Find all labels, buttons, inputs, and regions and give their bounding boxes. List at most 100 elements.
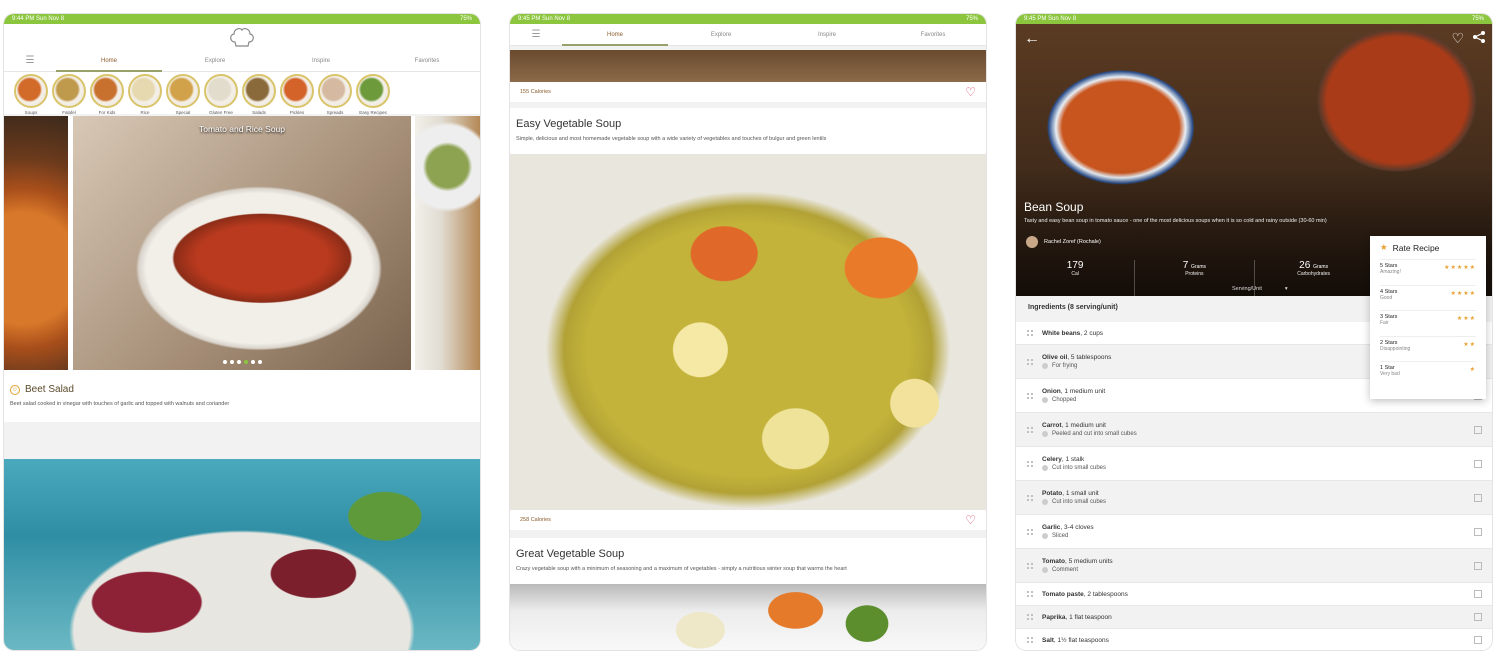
smiley-icon: ☺ [10, 384, 20, 395]
rate-option[interactable]: 3 Stars Fair ★★★ [1380, 310, 1476, 336]
ingredient-qty: , 5 tablespoons [1067, 354, 1112, 361]
featured-desc: Beet salad cooked in vinegar with touche… [10, 401, 230, 407]
favorite-heart-icon[interactable]: ♡ [965, 513, 976, 527]
hamburger-menu-icon[interactable]: ☰ [4, 55, 56, 66]
nutrition-label: Proteins [1185, 271, 1204, 277]
featured-recipe-card[interactable]: ☺ Beet Salad Beet salad cooked in vinega… [4, 372, 480, 422]
ingredient-checkbox[interactable] [1474, 561, 1482, 570]
pager-dot[interactable] [250, 360, 255, 364]
recipe-card-header[interactable]: Easy Vegetable Soup Simple, delicious an… [510, 108, 986, 154]
pager-dot[interactable] [222, 360, 227, 364]
carousel-prev-image[interactable] [4, 116, 68, 370]
drag-handle-icon[interactable] [1026, 493, 1034, 502]
ingredient-qty: , 1 flat teaspoon [1065, 613, 1112, 621]
ingredient-checkbox[interactable] [1474, 636, 1482, 644]
category-label: Pickles [289, 110, 305, 115]
pager-dot[interactable] [257, 360, 262, 364]
status-battery: 75% [1471, 16, 1484, 22]
nutrition-value: 7 [1182, 260, 1189, 271]
category-falafel[interactable]: Falafel [50, 74, 88, 115]
drag-handle-icon[interactable] [1026, 527, 1034, 536]
pager-dot[interactable] [243, 360, 248, 364]
category-easy-recipes[interactable]: Easy Recipes [354, 74, 392, 115]
ingredient-row[interactable]: Potato, 1 small unit Cut into small cubes [1016, 481, 1492, 515]
category-soups[interactable]: Soups [12, 74, 50, 115]
ingredient-row[interactable]: Garlic, 3-4 cloves Sliced [1016, 515, 1492, 549]
ingredient-checkbox[interactable] [1474, 493, 1482, 502]
category-rice[interactable]: Rice [126, 74, 164, 115]
tab-home[interactable]: Home [562, 24, 668, 46]
drag-handle-icon[interactable] [1026, 613, 1034, 621]
tab-favorites[interactable]: Favorites [374, 50, 480, 72]
ingredient-row[interactable]: Carrot, 1 medium unit Peeled and cut into… [1016, 413, 1492, 447]
drag-handle-icon[interactable] [1026, 561, 1034, 570]
ingredient-checkbox[interactable] [1474, 527, 1482, 536]
ingredient-note: Comment [1052, 567, 1079, 573]
recipe-card-header[interactable]: Great Vegetable Soup Crazy vegetable sou… [510, 538, 986, 584]
great-vegetable-soup-image[interactable] [510, 584, 986, 650]
ingredient-row[interactable]: Tomato, 5 medium units Comment [1016, 549, 1492, 583]
tab-explore[interactable]: Explore [162, 50, 268, 72]
category-gluten-free[interactable]: Gluten Free [202, 74, 240, 115]
drag-handle-icon[interactable] [1026, 459, 1034, 468]
drag-handle-icon[interactable] [1026, 357, 1034, 366]
drag-handle-icon[interactable] [1026, 590, 1034, 598]
pager-dot[interactable] [236, 360, 241, 364]
carousel-next-image[interactable] [415, 116, 480, 370]
tab-favorites[interactable]: Favorites [880, 24, 986, 46]
rate-title: Rate Recipe [1392, 242, 1440, 253]
back-arrow-icon[interactable]: ← [1024, 30, 1040, 48]
drag-handle-icon[interactable] [1026, 636, 1034, 644]
rate-recipe-popup: ★ Rate Recipe 5 Stars Amazing! ★★★★★ 4 Stars… [1370, 236, 1486, 399]
ingredient-row[interactable]: Paprika, 1 flat teaspoon [1016, 606, 1492, 629]
rate-option[interactable]: 2 Stars Disappointing ★★ [1380, 335, 1476, 362]
favorite-heart-icon[interactable]: ♡ [1451, 30, 1464, 47]
serving-unit-selector[interactable]: Serving/Unit ▾ [1232, 286, 1288, 292]
author-row[interactable]: Rachel Zoref (Rochale) [1026, 236, 1101, 248]
beet-salad-image[interactable] [4, 459, 480, 650]
calorie-bar: 155 Calories ♡ [510, 82, 986, 102]
rating-stars-icon: ★★★★★ [1444, 265, 1476, 271]
ingredient-note: For frying [1052, 363, 1078, 369]
tab-explore[interactable]: Explore [668, 24, 774, 46]
pager-dot[interactable] [229, 360, 234, 364]
category-special[interactable]: Special [164, 74, 202, 115]
category-image [90, 74, 124, 108]
category-salads[interactable]: Salads [240, 74, 278, 115]
serving-label: Serving/Unit [1232, 286, 1262, 292]
chevron-down-icon: ▾ [1284, 286, 1288, 292]
drag-handle-icon[interactable] [1026, 425, 1034, 434]
category-pickles[interactable]: Pickles [278, 74, 316, 115]
ingredient-row[interactable]: Tomato paste, 2 tablespoons [1016, 583, 1492, 606]
ingredient-checkbox[interactable] [1474, 425, 1482, 434]
featured-carousel[interactable]: Tomato and Rice Soup [4, 116, 480, 372]
tab-home[interactable]: Home [56, 50, 162, 72]
category-spreads[interactable]: Spreads [316, 74, 354, 115]
ingredient-name: Garlic [1042, 524, 1061, 531]
share-icon[interactable] [1472, 30, 1486, 49]
previous-recipe-image[interactable] [510, 50, 986, 82]
ingredient-checkbox[interactable] [1474, 590, 1482, 598]
tab-inspire[interactable]: Inspire [268, 50, 374, 72]
calories-label: 155 Calories [520, 89, 551, 95]
rate-option[interactable]: 1 Star Very bad ★ [1380, 361, 1476, 387]
ingredient-row[interactable]: Salt, 1½ flat teaspoons [1016, 629, 1492, 650]
ingredient-checkbox[interactable] [1474, 459, 1482, 468]
carousel-pager[interactable] [73, 360, 411, 364]
favorite-heart-icon[interactable]: ♡ [965, 85, 976, 99]
ingredient-checkbox[interactable] [1474, 613, 1482, 621]
rate-option[interactable]: 5 Stars Amazing! ★★★★★ [1380, 259, 1476, 285]
rate-option[interactable]: 4 Stars Good ★★★★ [1380, 284, 1476, 311]
category-label: Salads [252, 110, 266, 115]
tab-inspire[interactable]: Inspire [774, 24, 880, 46]
hamburger-menu-icon[interactable]: ☰ [510, 29, 562, 40]
drag-handle-icon[interactable] [1026, 391, 1034, 400]
easy-vegetable-soup-image[interactable] [510, 154, 986, 510]
category-for-kids[interactable]: For Kids [88, 74, 126, 115]
category-label: Easy Recipes [359, 110, 387, 115]
ingredient-qty: , 1 stalk [1061, 456, 1085, 463]
carousel-main-image[interactable]: Tomato and Rice Soup [73, 116, 411, 370]
ingredient-row[interactable]: Celery, 1 stalk Cut into small cubes [1016, 447, 1492, 481]
ingredient-note: Cut into small cubes [1052, 499, 1107, 505]
drag-handle-icon[interactable] [1026, 329, 1034, 337]
